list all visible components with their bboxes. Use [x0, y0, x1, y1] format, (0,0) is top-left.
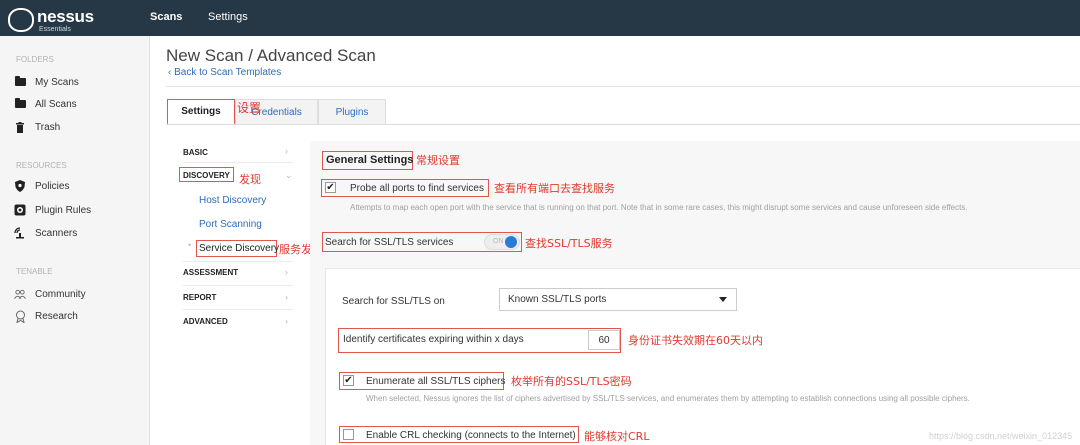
tabs-divider [166, 124, 1080, 125]
menu-service-discovery[interactable]: Service Discovery [199, 243, 279, 254]
menu-divider [183, 285, 293, 286]
sidebar-item-community[interactable]: Community [14, 286, 86, 302]
chevron-right-icon: › [285, 292, 288, 302]
toggle-state-text: ON [493, 238, 504, 245]
back-link-label: Back to Scan Templates [174, 67, 282, 78]
folders-heading: FOLDERS [16, 55, 54, 64]
sidebar-item-label: Research [35, 310, 78, 322]
shield-icon [14, 180, 26, 192]
ssl-on-label: Search for SSL/TLS on [342, 296, 445, 307]
page-title: New Scan / Advanced Scan [166, 46, 376, 65]
cert-expiry-label: Identify certificates expiring within x … [343, 334, 524, 345]
sidebar-item-label: Plugin Rules [35, 204, 92, 216]
folder-icon [14, 76, 26, 88]
caret-down-icon [719, 297, 727, 302]
folder-icon [14, 98, 26, 110]
scanner-icon [14, 227, 26, 239]
sidebar: FOLDERS My Scans All Scans Trash RESOURC… [0, 36, 150, 445]
enum-ciphers-label: Enumerate all SSL/TLS ciphers [366, 376, 506, 387]
annotation-crl: 能够核对CRL [584, 430, 650, 443]
sidebar-item-label: Community [35, 288, 86, 300]
menu-assessment[interactable]: ASSESSMENT [183, 268, 238, 277]
active-dot-icon: • [188, 240, 192, 250]
nav-settings-link[interactable]: Settings [208, 11, 248, 23]
ssl-ports-select[interactable]: Known SSL/TLS ports [499, 288, 737, 311]
enum-ciphers-checkbox[interactable]: ✔ [343, 375, 354, 386]
menu-port-scanning[interactable]: Port Scanning [199, 219, 262, 230]
menu-discovery[interactable]: DISCOVERY [183, 171, 230, 180]
community-icon [14, 288, 26, 300]
logo-ring-icon [8, 8, 34, 32]
title-divider [166, 86, 1080, 87]
sidebar-item-plugin-rules[interactable]: Plugin Rules [14, 202, 91, 218]
cert-days-input[interactable]: 60 [588, 330, 620, 350]
ssl-search-label: Search for SSL/TLS services [325, 237, 454, 248]
annotation-settings: 设置 [237, 101, 262, 115]
resources-heading: RESOURCES [16, 161, 67, 170]
chevron-left-icon: ‹ [168, 67, 172, 78]
annotation-discovery: 发现 [239, 173, 261, 186]
tab-settings[interactable]: Settings [167, 99, 235, 125]
sidebar-item-all-scans[interactable]: All Scans [14, 96, 77, 112]
sidebar-item-policies[interactable]: Policies [14, 178, 69, 194]
menu-divider [183, 261, 293, 262]
menu-advanced[interactable]: ADVANCED [183, 317, 228, 326]
sidebar-item-label: All Scans [35, 98, 77, 110]
ssl-ports-select-value: Known SSL/TLS ports [508, 294, 607, 305]
menu-divider [183, 162, 293, 163]
menu-divider [183, 309, 293, 310]
crl-checkbox[interactable] [343, 429, 354, 440]
section-title: General Settings [326, 154, 414, 166]
annotation-probe: 查看所有端口去查找服务 [494, 182, 615, 195]
logo-text: nessus [37, 7, 94, 26]
probe-checkbox[interactable]: ✔ [325, 182, 336, 193]
sidebar-item-research[interactable]: Research [14, 308, 78, 324]
sidebar-item-scanners[interactable]: Scanners [14, 225, 77, 241]
annotation-cert: 身份证书失效期在60天以内 [628, 334, 763, 347]
annotation-enum: 枚举所有的SSL/TLS密码 [511, 375, 632, 388]
sidebar-item-label: My Scans [35, 76, 79, 88]
ssl-search-toggle[interactable]: ON [484, 234, 520, 250]
crl-label: Enable CRL checking (connects to the Int… [366, 430, 576, 441]
chevron-right-icon: › [285, 146, 288, 156]
chevron-right-icon: › [285, 316, 288, 326]
menu-host-discovery[interactable]: Host Discovery [199, 195, 266, 206]
toggle-knob [505, 236, 517, 248]
annotation-general: 常规设置 [416, 154, 460, 167]
probe-label: Probe all ports to find services [350, 183, 484, 194]
plugin-rules-icon [14, 204, 26, 216]
nav-scans-link[interactable]: Scans [150, 11, 182, 23]
chevron-right-icon: › [285, 267, 288, 277]
probe-description: Attempts to map each open port with the … [350, 203, 968, 212]
top-navigation-bar: nessus Essentials Scans Settings [0, 0, 1080, 36]
sidebar-item-trash[interactable]: Trash [14, 119, 60, 135]
back-to-templates-link[interactable]: ‹ Back to Scan Templates [168, 67, 281, 78]
nessus-logo[interactable]: nessus Essentials [4, 4, 116, 33]
sidebar-item-label: Policies [35, 180, 70, 192]
sidebar-item-label: Trash [35, 121, 61, 133]
watermark: https://blog.csdn.net/weixin_012345 [929, 431, 1073, 441]
menu-report[interactable]: REPORT [183, 293, 216, 302]
chevron-down-icon: ⌄ [285, 170, 293, 180]
trash-icon [14, 121, 26, 133]
research-icon [14, 310, 26, 323]
sidebar-item-my-scans[interactable]: My Scans [14, 74, 79, 90]
enum-ciphers-description: When selected, Nessus ignores the list o… [366, 394, 970, 403]
logo-subtitle: Essentials [39, 26, 71, 33]
menu-basic[interactable]: BASIC [183, 148, 208, 157]
tab-plugins[interactable]: Plugins [318, 99, 386, 125]
tenable-heading: TENABLE [16, 267, 53, 276]
sidebar-item-label: Scanners [35, 227, 78, 239]
annotation-ssl: 查找SSL/TLS服务 [525, 237, 613, 250]
